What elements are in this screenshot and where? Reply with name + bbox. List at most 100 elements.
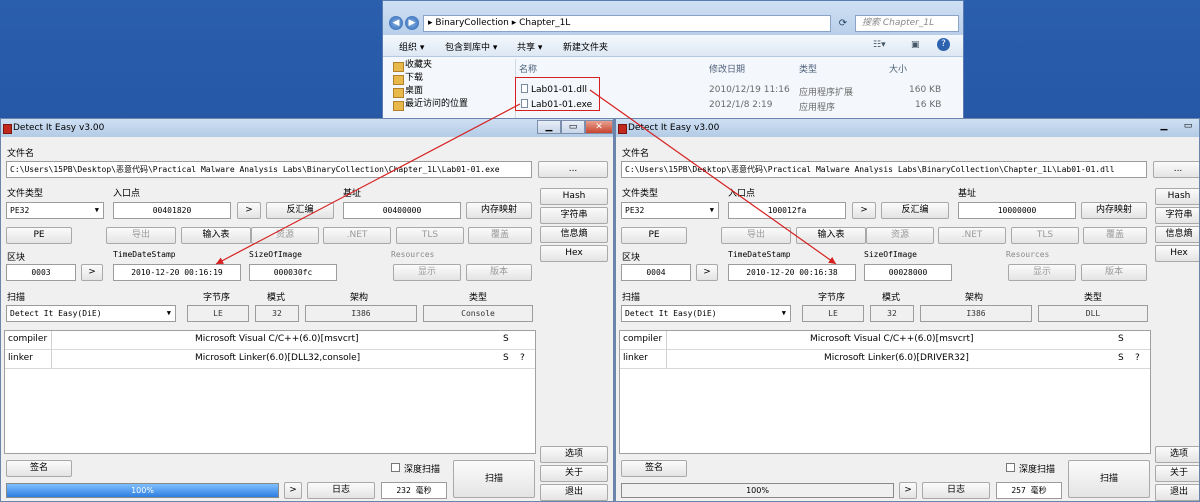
resource-button[interactable]: 资源 [251,227,319,244]
progress-go-button[interactable]: > [284,482,302,499]
progress-bar: 100% [6,483,279,498]
signature-button[interactable]: 签名 [6,460,72,477]
browse-button[interactable]: ... [1153,161,1199,178]
signature-button[interactable]: 签名 [621,460,687,477]
filetype-select[interactable]: PE32 [6,202,104,219]
res-version-button[interactable]: 版本 [1081,264,1147,281]
resource-button[interactable]: 资源 [866,227,934,244]
net-button[interactable]: .NET [938,227,1006,244]
hex-button[interactable]: Hex [540,245,608,262]
search-input[interactable]: 搜索 Chapter_1L [855,15,959,32]
share-button[interactable]: 共享 ▾ [517,40,542,53]
forward-icon[interactable]: ▶ [405,16,419,30]
help-icon[interactable]: ? [937,38,950,51]
filename-field[interactable]: C:\Users\15PB\Desktop\恶意代码\Practical Mal… [6,161,532,178]
res-version-button[interactable]: 版本 [466,264,532,281]
table-row[interactable]: compiler Microsoft Visual C/C++(6.0)[msv… [5,331,535,350]
table-row[interactable]: linker Microsoft Linker(6.0)[DLL32,conso… [5,350,535,369]
scanner-select[interactable]: Detect It Easy(DiE) [6,305,176,322]
about-button[interactable]: 关于 [1155,465,1199,482]
table-row[interactable]: linker Microsoft Linker(6.0)[DRIVER32] S… [620,350,1150,369]
table-row[interactable]: compiler Microsoft Visual C/C++(6.0)[msv… [620,331,1150,350]
disasm-button[interactable]: 反汇编 [881,202,949,219]
strings-button[interactable]: 字符串 [540,207,608,224]
column-size[interactable]: 大小 [889,62,907,75]
exit-button[interactable]: 退出 [540,484,608,501]
progress-go-button[interactable]: > [899,482,917,499]
filetype-select[interactable]: PE32 [621,202,719,219]
sidebar-item-favorites[interactable]: 收藏夹 [393,59,511,72]
close-button[interactable]: ✕ [585,120,613,134]
disasm-button[interactable]: 反汇编 [266,202,334,219]
import-button[interactable]: 输入表 [796,227,866,244]
filename-field[interactable]: C:\Users\15PB\Desktop\恶意代码\Practical Mal… [621,161,1147,178]
about-button[interactable]: 关于 [540,465,608,482]
maximize-button[interactable]: ▭ [1176,120,1199,134]
import-button[interactable]: 输入表 [181,227,251,244]
memmap-button[interactable]: 内存映射 [466,202,532,219]
options-button[interactable]: 选项 [540,446,608,463]
entry-field[interactable]: 00401820 [113,202,231,219]
base-field[interactable]: 10000000 [958,202,1076,219]
sidebar-item-downloads[interactable]: 下载 [393,72,511,85]
column-name[interactable]: 名称 [519,62,537,75]
hash-button[interactable]: Hash [540,188,608,205]
back-icon[interactable]: ◀ [389,16,403,30]
scan-button[interactable]: 扫描 [453,460,535,498]
sidebar-item-desktop[interactable]: 桌面 [393,85,511,98]
minimize-button[interactable]: ▁ [537,120,561,134]
net-button[interactable]: .NET [323,227,391,244]
entropy-button[interactable]: 信息熵 [1155,226,1199,243]
tds-field[interactable]: 2010-12-20 00:16:19 [113,264,241,281]
res-show-button[interactable]: 显示 [393,264,461,281]
base-field[interactable]: 00400000 [343,202,461,219]
hex-button[interactable]: Hex [1155,245,1199,262]
maximize-button[interactable]: ▭ [561,120,585,134]
address-path[interactable]: ▸ BinaryCollection ▸ Chapter_1L [423,15,831,32]
hash-button[interactable]: Hash [1155,188,1199,205]
log-button[interactable]: 日志 [307,482,375,499]
overlay-button[interactable]: 覆盖 [1083,227,1147,244]
sidebar-item-recent[interactable]: 最近访问的位置 [393,98,511,111]
pe-button[interactable]: PE [6,227,72,244]
soi-field[interactable]: 000030fc [249,264,337,281]
path-segment[interactable]: BinaryCollection [435,18,508,28]
path-segment[interactable]: Chapter_1L [519,18,570,28]
entry-go-button[interactable]: > [852,202,876,219]
view-icon[interactable]: ☷▾ [873,40,886,50]
tls-button[interactable]: TLS [1011,227,1079,244]
entropy-button[interactable]: 信息熵 [540,226,608,243]
browse-button[interactable]: ... [538,161,608,178]
include-library-button[interactable]: 包含到库中 ▾ [445,40,497,53]
scan-button[interactable]: 扫描 [1068,460,1150,498]
column-type[interactable]: 类型 [799,62,817,75]
section-field[interactable]: 0004 [621,264,691,281]
exit-button[interactable]: 退出 [1155,484,1199,501]
entry-field[interactable]: 100012fa [728,202,846,219]
organize-button[interactable]: 组织 ▾ [399,40,424,53]
minimize-button[interactable]: ▁ [1152,120,1176,134]
tls-button[interactable]: TLS [396,227,464,244]
column-date[interactable]: 修改日期 [709,62,745,75]
entry-go-button[interactable]: > [237,202,261,219]
options-button[interactable]: 选项 [1155,446,1199,463]
section-go-button[interactable]: > [696,264,718,281]
export-button[interactable]: 导出 [721,227,791,244]
tds-field[interactable]: 2010-12-20 00:16:38 [728,264,856,281]
res-show-button[interactable]: 显示 [1008,264,1076,281]
deep-scan-checkbox[interactable] [391,463,400,472]
new-folder-button[interactable]: 新建文件夹 [563,40,608,53]
export-button[interactable]: 导出 [106,227,176,244]
preview-pane-icon[interactable]: ▣ [911,40,920,50]
log-button[interactable]: 日志 [922,482,990,499]
soi-field[interactable]: 00028000 [864,264,952,281]
refresh-icon[interactable]: ⟳ [833,15,853,32]
overlay-button[interactable]: 覆盖 [468,227,532,244]
section-go-button[interactable]: > [81,264,103,281]
pe-button[interactable]: PE [621,227,687,244]
deep-scan-checkbox[interactable] [1006,463,1015,472]
scanner-select[interactable]: Detect It Easy(DiE) [621,305,791,322]
memmap-button[interactable]: 内存映射 [1081,202,1147,219]
strings-button[interactable]: 字符串 [1155,207,1199,224]
section-field[interactable]: 0003 [6,264,76,281]
